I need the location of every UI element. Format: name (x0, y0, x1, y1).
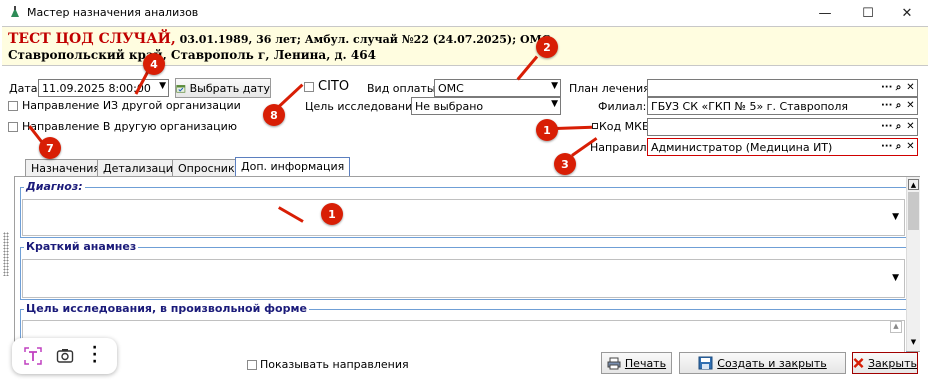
payment-label: Вид оплаты: (367, 82, 440, 95)
date-combo[interactable]: 11.09.2025 8:00:00 ▼ (38, 79, 169, 97)
search-icon[interactable]: ⌕ (893, 81, 904, 95)
marker-pointer (555, 125, 593, 130)
tab-extra-info[interactable]: Доп. информация (235, 157, 351, 177)
purpose-free-input[interactable]: ▲ (22, 320, 905, 353)
patient-address: Ставропольский край, Ставрополь г, Ленин… (8, 48, 376, 62)
tab-appointments[interactable]: Назначения (25, 159, 107, 177)
lens-icon[interactable] (56, 347, 74, 365)
chevron-down-icon: ▼ (159, 81, 166, 91)
chevron-down-icon: ▼ (551, 81, 558, 91)
mkb-label: Код МКБ: (599, 120, 654, 133)
scroll-thumb[interactable] (908, 192, 919, 230)
from-other-org-label: Направление ИЗ другой организации (22, 99, 241, 112)
window-title: Мастер назначения анализов (27, 6, 199, 19)
clear-icon[interactable]: ✕ (905, 140, 916, 154)
more-icon[interactable]: · · · (92, 341, 97, 369)
payment-value: ОМС (438, 82, 464, 95)
mkb-marker-icon (592, 123, 598, 129)
date-label: Дата: (9, 82, 42, 95)
patient-line: ТЕСТ ЦОД СЛУЧАЙ, 03.01.1989, 36 лет; Амб… (8, 31, 551, 47)
scroll-down-icon[interactable]: ▼ (908, 337, 919, 348)
clear-icon[interactable]: ✕ (905, 81, 916, 95)
referrer-label: Направил: (590, 141, 651, 154)
from-other-org-checkbox[interactable] (8, 101, 18, 111)
referrer-value: Администратор (Медицина ИТ) (651, 141, 833, 154)
purpose-free-title: Цель исследования, в произвольной форме (24, 302, 309, 315)
patient-name: ТЕСТ ЦОД СЛУЧАЙ, (8, 31, 176, 47)
anamnesis-title: Краткий анамнез (24, 240, 139, 253)
anamnesis-input[interactable]: ▼ (22, 259, 905, 298)
annotation-marker: 2 (536, 36, 558, 58)
ellipsis-icon[interactable]: ··· (881, 99, 892, 113)
diagnosis-title: Диагноз: (24, 180, 85, 193)
create-close-label: Создать и закрыть (717, 356, 827, 370)
annotation-marker: 1 (321, 203, 343, 225)
app-icon (11, 6, 19, 17)
patient-header: ТЕСТ ЦОД СЛУЧАЙ, 03.01.1989, 36 лет; Амб… (2, 26, 928, 66)
to-other-org-checkbox[interactable] (8, 122, 18, 132)
printer-icon (607, 357, 621, 369)
diagnosis-input[interactable]: ▼ (22, 199, 905, 236)
purpose-label: Цель исследования: (305, 100, 423, 113)
scroll-up-icon[interactable]: ▲ (908, 179, 919, 190)
to-other-org-label: Направление В другую организацию (22, 120, 238, 133)
text-recognition-icon[interactable] (24, 347, 42, 365)
chevron-down-icon: ▼ (892, 273, 899, 283)
annotation-marker: 4 (143, 53, 165, 75)
splitter-grip[interactable] (3, 232, 9, 276)
pick-date-label: Выбрать дату (189, 81, 270, 95)
annotation-marker: 1 (536, 119, 558, 141)
purpose-value: Не выбрано (415, 100, 484, 113)
search-icon[interactable]: ⌕ (893, 99, 904, 113)
close-window-button[interactable]: ✕ (884, 0, 930, 26)
plan-field[interactable]: ··· ⌕ ✕ (647, 79, 918, 97)
mkb-field[interactable]: ··· ⌕ ✕ (647, 118, 918, 136)
cito-checkbox[interactable] (304, 82, 314, 92)
ellipsis-icon[interactable]: ··· (881, 140, 892, 154)
annotation-marker: 7 (39, 137, 61, 159)
chevron-down-icon: ▼ (892, 212, 899, 222)
clear-icon[interactable]: ✕ (905, 99, 916, 113)
close-label: Закрыть (868, 356, 917, 370)
close-x-icon (853, 358, 864, 368)
ellipsis-icon[interactable]: ··· (881, 120, 892, 134)
referrer-field[interactable]: Администратор (Медицина ИТ) ··· ⌕ ✕ (647, 138, 918, 156)
save-icon (698, 356, 713, 370)
search-icon[interactable]: ⌕ (893, 140, 904, 154)
calendar-icon (176, 84, 186, 93)
create-close-button[interactable]: Создать и закрыть (679, 352, 846, 374)
search-icon[interactable]: ⌕ (893, 120, 904, 134)
purpose-combo[interactable]: Не выбрано ▼ (411, 97, 561, 115)
pick-date-button[interactable]: Выбрать дату (175, 78, 271, 98)
tab-questionnaire[interactable]: Опросник (172, 159, 241, 177)
branch-value: ГБУЗ СК «ГКП № 5» г. Ставрополя (651, 100, 849, 113)
floating-toolbar: · · · (12, 338, 117, 374)
clear-icon[interactable]: ✕ (905, 120, 916, 134)
annotation-marker: 8 (263, 104, 285, 126)
branch-field[interactable]: ГБУЗ СК «ГКП № 5» г. Ставрополя ··· ⌕ ✕ (647, 97, 918, 115)
panel-scrollbar[interactable]: ▲ ▼ (906, 177, 920, 351)
marker-pointer (277, 83, 304, 108)
minimize-button[interactable]: — (802, 0, 848, 26)
print-button[interactable]: Печать (601, 352, 672, 374)
show-referrals-label: Показывать направления (260, 358, 409, 371)
annotation-marker: 3 (554, 153, 576, 175)
patient-details: 03.01.1989, 36 лет; Амбул. случай №22 (2… (175, 33, 551, 46)
chevron-down-icon: ▼ (551, 99, 558, 109)
ellipsis-icon[interactable]: ··· (881, 81, 892, 95)
close-button[interactable]: Закрыть (852, 352, 918, 374)
print-label: Печать (624, 356, 667, 370)
plan-label: План лечения: (569, 82, 654, 95)
scroll-up-icon[interactable]: ▲ (890, 321, 902, 333)
payment-combo[interactable]: ОМС ▼ (434, 79, 561, 97)
title-bar: Мастер назначения анализов — ☐ ✕ (0, 0, 930, 26)
show-referrals-checkbox[interactable] (247, 360, 257, 370)
extra-info-panel: Диагноз: ▼ Краткий анамнез ▼ Цель исслед… (14, 176, 920, 353)
cito-label: CITO (318, 79, 350, 94)
branch-label: Филиал: (598, 100, 647, 113)
